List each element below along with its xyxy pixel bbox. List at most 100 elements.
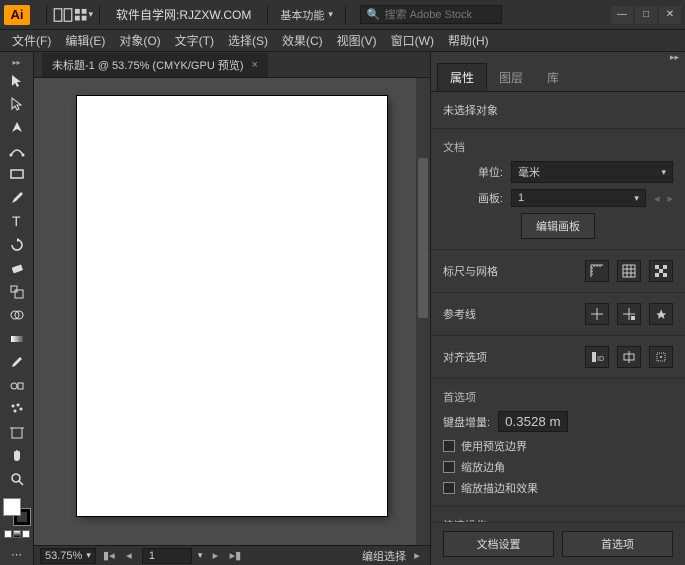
- menu-view[interactable]: 视图(V): [331, 30, 383, 51]
- artboard-label: 画板:: [443, 190, 503, 206]
- close-button[interactable]: ✕: [659, 6, 681, 24]
- menu-object[interactable]: 对象(O): [113, 30, 166, 51]
- scale-corners-checkbox[interactable]: [443, 461, 455, 473]
- statusbar: 53.75% ▾ ▮◂ ◂ 1 ▾ ▸ ▸▮ 编组选择 ▸: [34, 545, 430, 565]
- workspace-selector[interactable]: 基本功能 ▾: [274, 5, 339, 25]
- scale-tool[interactable]: [4, 281, 30, 302]
- next-artboard-button[interactable]: ▸: [208, 549, 222, 563]
- curvature-tool[interactable]: [4, 140, 30, 161]
- panel-tabs: 属性 图层 库: [431, 66, 685, 92]
- eraser-tool[interactable]: [4, 258, 30, 279]
- fill-stroke-swatches[interactable]: [3, 498, 31, 525]
- status-menu-icon[interactable]: ▸: [410, 549, 424, 563]
- rectangle-tool[interactable]: [4, 164, 30, 185]
- svg-text:T: T: [12, 213, 21, 229]
- shape-builder-tool[interactable]: [4, 304, 30, 325]
- snap-grid-icon[interactable]: [649, 346, 673, 368]
- zoom-selector[interactable]: 53.75% ▾: [40, 548, 96, 564]
- scale-strokes-label: 缩放描边和效果: [461, 480, 538, 496]
- preview-bounds-checkbox[interactable]: [443, 440, 455, 452]
- type-tool[interactable]: T: [4, 211, 30, 232]
- menu-type[interactable]: 文字(T): [169, 30, 220, 51]
- gradient-tool[interactable]: [4, 328, 30, 349]
- gradient-mode-icon[interactable]: [13, 530, 21, 538]
- color-mode-icon[interactable]: [4, 530, 12, 538]
- close-tab-icon[interactable]: ×: [251, 59, 257, 71]
- scale-strokes-checkbox[interactable]: [443, 482, 455, 494]
- next-artboard-icon: ▸: [667, 192, 673, 205]
- vertical-scrollbar[interactable]: [416, 78, 430, 545]
- hand-tool[interactable]: [4, 445, 30, 466]
- keyboard-increment-input[interactable]: [498, 411, 568, 432]
- maximize-button[interactable]: □: [635, 6, 657, 24]
- search-icon: 🔍: [367, 8, 381, 21]
- menubar: 文件(F) 编辑(E) 对象(O) 文字(T) 选择(S) 效果(C) 视图(V…: [0, 30, 685, 52]
- keyboard-increment-label: 键盘增量:: [443, 414, 490, 430]
- toolbar-toggle[interactable]: ▸▸: [0, 58, 33, 68]
- eyedropper-tool[interactable]: [4, 351, 30, 372]
- menu-file[interactable]: 文件(F): [6, 30, 57, 51]
- artboard-tool[interactable]: [4, 422, 30, 443]
- artboard-number-input[interactable]: 1: [142, 548, 192, 564]
- transparency-grid-icon[interactable]: [649, 260, 673, 282]
- menu-effect[interactable]: 效果(C): [276, 30, 329, 51]
- tab-libraries[interactable]: 库: [535, 64, 571, 91]
- menu-edit[interactable]: 编辑(E): [59, 30, 111, 51]
- document-tabs: 未标题-1 @ 53.75% (CMYK/GPU 预览) ×: [34, 52, 430, 78]
- direct-selection-tool[interactable]: [4, 93, 30, 114]
- tab-layers[interactable]: 图层: [487, 64, 535, 91]
- scale-corners-label: 缩放边角: [461, 459, 505, 475]
- prefs-section-title: 首选项: [443, 389, 673, 405]
- artboard[interactable]: [77, 96, 387, 516]
- chevron-down-icon: ▾: [328, 9, 333, 20]
- fill-swatch[interactable]: [3, 498, 21, 516]
- snap-pixel-icon[interactable]: ID: [585, 346, 609, 368]
- document-title: 未标题-1 @ 53.75% (CMYK/GPU 预览): [52, 57, 243, 73]
- guides-label: 参考线: [443, 306, 577, 322]
- menu-select[interactable]: 选择(S): [222, 30, 274, 51]
- zoom-tool[interactable]: [4, 469, 30, 490]
- app-logo: Ai: [4, 5, 30, 25]
- unit-select[interactable]: 毫米▾: [511, 161, 673, 183]
- document-tab[interactable]: 未标题-1 @ 53.75% (CMYK/GPU 预览) ×: [42, 53, 268, 77]
- search-input[interactable]: [385, 9, 495, 21]
- watermark-text: 软件自学网:RJZXW.COM: [116, 6, 251, 23]
- guides-toggle-icon[interactable]: [585, 303, 609, 325]
- unit-label: 单位:: [443, 164, 503, 180]
- search-stock[interactable]: 🔍: [360, 5, 502, 24]
- snap-point-icon[interactable]: [617, 346, 641, 368]
- artboard-select[interactable]: 1▾: [511, 189, 646, 207]
- smart-guides-icon[interactable]: [649, 303, 673, 325]
- preview-bounds-label: 使用预览边界: [461, 438, 527, 454]
- bridge-icon[interactable]: [53, 5, 73, 25]
- pen-tool[interactable]: [4, 117, 30, 138]
- selection-tool[interactable]: [4, 70, 30, 91]
- minimize-button[interactable]: —: [611, 6, 633, 24]
- workspace-label: 基本功能: [280, 7, 324, 23]
- rotate-tool[interactable]: [4, 234, 30, 255]
- prev-artboard-icon: ◂: [654, 192, 660, 205]
- ruler-icon[interactable]: [585, 260, 609, 282]
- document-section-title: 文档: [443, 139, 673, 155]
- menu-window[interactable]: 窗口(W): [385, 30, 440, 51]
- document-settings-button[interactable]: 文档设置: [443, 531, 554, 557]
- paintbrush-tool[interactable]: [4, 187, 30, 208]
- zoom-value: 53.75%: [45, 550, 82, 562]
- none-mode-icon[interactable]: [22, 530, 30, 538]
- grid-icon[interactable]: [617, 260, 641, 282]
- preferences-button[interactable]: 首选项: [562, 531, 673, 557]
- prev-artboard-button[interactable]: ◂: [122, 549, 136, 563]
- edit-toolbar[interactable]: ⋯: [4, 544, 30, 565]
- tab-properties[interactable]: 属性: [437, 63, 487, 91]
- tools-panel: ▸▸ T ⋯: [0, 52, 34, 565]
- blend-tool[interactable]: [4, 375, 30, 396]
- titlebar: Ai ▾ 软件自学网:RJZXW.COM 基本功能 ▾ 🔍 — □ ✕: [0, 0, 685, 30]
- menu-help[interactable]: 帮助(H): [442, 30, 495, 51]
- first-artboard-button[interactable]: ▮◂: [102, 549, 116, 563]
- last-artboard-button[interactable]: ▸▮: [228, 549, 242, 563]
- arrange-icon[interactable]: ▾: [73, 5, 93, 25]
- guides-lock-icon[interactable]: [617, 303, 641, 325]
- canvas[interactable]: [34, 78, 430, 545]
- symbol-sprayer-tool[interactable]: [4, 398, 30, 419]
- edit-artboard-button[interactable]: 编辑画板: [521, 213, 595, 239]
